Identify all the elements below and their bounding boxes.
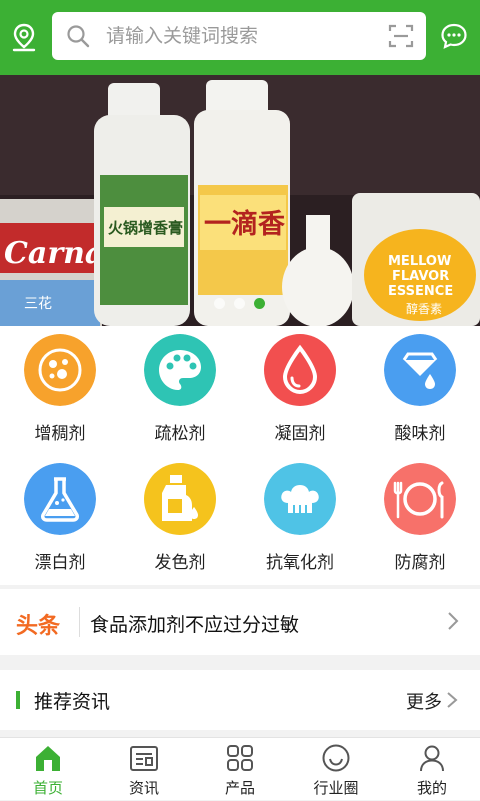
tab-news[interactable]: 资讯 xyxy=(96,738,192,801)
bottle-icon xyxy=(144,463,216,535)
circle-smile-icon xyxy=(322,744,350,772)
pack-line3: ESSENCE xyxy=(388,284,453,299)
tab-label: 资讯 xyxy=(128,779,159,797)
carousel-indicator[interactable] xyxy=(214,298,265,309)
category-label: 发色剂 xyxy=(154,553,206,573)
banner-image: Carnation 三花 火锅增香膏 一滴香 MELLOW FLAVOR ESS… xyxy=(0,75,480,326)
beads-icon xyxy=(24,334,96,406)
category-label: 凝固剂 xyxy=(274,424,326,444)
carousel-dot[interactable] xyxy=(234,298,245,309)
category-label: 防腐剂 xyxy=(394,553,446,573)
category-acidulant[interactable]: 酸味剂 xyxy=(360,326,480,456)
category-preservative[interactable]: 防腐剂 xyxy=(360,455,480,585)
category-label: 增稠剂 xyxy=(34,424,86,444)
chef-hat-icon xyxy=(264,463,336,535)
carousel-dot-active[interactable] xyxy=(254,298,265,309)
tab-label: 首页 xyxy=(32,779,63,797)
pack-line1: MELLOW xyxy=(388,254,451,269)
category-label: 抗氧化剂 xyxy=(266,553,334,573)
category-thickener[interactable]: 增稠剂 xyxy=(0,326,120,456)
bottom-tab-bar: 首页 资讯 产品 行业圈 我的 xyxy=(0,737,480,800)
pack-line2: FLAVOR xyxy=(392,269,449,284)
chevron-right-icon[interactable] xyxy=(446,611,460,631)
scan-icon[interactable] xyxy=(388,23,414,49)
category-grid: 增稠剂 疏松剂 凝固剂 酸味剂 漂白剂 发色剂 抗氧化剂 防腐剂 xyxy=(0,326,480,585)
category-bleach[interactable]: 漂白剂 xyxy=(0,455,120,585)
tab-label: 行业圈 xyxy=(313,779,359,797)
plate-cutlery-icon xyxy=(384,463,456,535)
tab-label: 产品 xyxy=(224,779,255,797)
chevron-right-icon[interactable] xyxy=(446,691,458,709)
search-input[interactable]: 请输入关键词搜索 xyxy=(106,24,258,48)
paint-bucket-icon xyxy=(384,334,456,406)
tab-products[interactable]: 产品 xyxy=(192,738,288,801)
category-leavening[interactable]: 疏松剂 xyxy=(120,326,240,456)
carousel-dot[interactable] xyxy=(214,298,225,309)
divider xyxy=(79,607,80,637)
grid-icon xyxy=(227,745,253,771)
bottle1-label: 火锅增香膏 xyxy=(108,219,183,237)
headline-bar[interactable]: 头条 食品添加剂不应过分过敏 xyxy=(0,589,480,655)
banner-carousel[interactable]: Carnation 三花 火锅增香膏 一滴香 MELLOW FLAVOR ESS… xyxy=(0,75,480,326)
location-icon[interactable] xyxy=(10,22,38,52)
category-label: 漂白剂 xyxy=(34,553,86,573)
category-color-fixative[interactable]: 发色剂 xyxy=(120,455,240,585)
can-sub: 三花 xyxy=(24,296,52,312)
section-marker xyxy=(16,691,20,709)
news-icon xyxy=(130,746,158,771)
recommend-section-header: 推荐资讯 更多 xyxy=(0,670,480,730)
category-label: 酸味剂 xyxy=(394,424,446,444)
palette-icon xyxy=(144,334,216,406)
category-coagulant[interactable]: 凝固剂 xyxy=(240,326,360,456)
home-icon xyxy=(36,746,60,771)
category-label: 疏松剂 xyxy=(154,424,206,444)
section-title: 推荐资讯 xyxy=(34,691,111,713)
search-icon xyxy=(67,25,90,48)
top-bar: 请输入关键词搜索 xyxy=(0,0,480,75)
headline-tag: 头条 xyxy=(16,614,61,639)
pack-cn: 醇香素 xyxy=(406,301,442,316)
more-link[interactable]: 更多 xyxy=(406,688,442,714)
drop-icon xyxy=(264,334,336,406)
search-bar[interactable]: 请输入关键词搜索 xyxy=(52,12,426,60)
tab-industry-circle[interactable]: 行业圈 xyxy=(288,738,384,801)
user-icon xyxy=(420,745,444,772)
category-antioxidant[interactable]: 抗氧化剂 xyxy=(240,455,360,585)
tab-home[interactable]: 首页 xyxy=(0,738,96,801)
bottle2-label: 一滴香 xyxy=(204,208,285,240)
headline-text[interactable]: 食品添加剂不应过分过敏 xyxy=(90,610,299,637)
tab-profile[interactable]: 我的 xyxy=(384,738,480,801)
message-icon[interactable] xyxy=(440,22,468,50)
flask-icon xyxy=(24,463,96,535)
tab-label: 我的 xyxy=(416,779,447,797)
